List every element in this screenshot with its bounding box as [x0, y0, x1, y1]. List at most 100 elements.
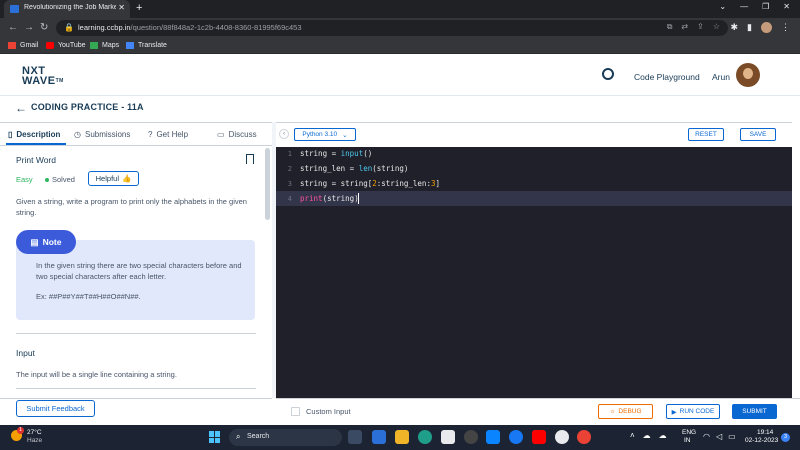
language-select[interactable]: Python 3.10 ⌄: [294, 128, 356, 141]
forward-icon[interactable]: →: [24, 22, 34, 33]
minimize-icon[interactable]: —: [740, 2, 748, 11]
save-button[interactable]: SAVE: [740, 128, 776, 141]
battery-icon: ▭: [728, 432, 736, 441]
code-line[interactable]: print(string): [300, 194, 359, 203]
temperature[interactable]: 27°C: [27, 429, 42, 436]
user-name[interactable]: Arun: [712, 72, 730, 82]
code-line[interactable]: string = input(): [300, 149, 372, 158]
browser-tab[interactable]: Revolutionizing the Job Market | N ✕: [4, 0, 130, 18]
vscode-icon[interactable]: [486, 430, 500, 444]
tab-submissions[interactable]: ◷ Submissions: [74, 130, 130, 139]
close-window-icon[interactable]: ✕: [783, 2, 790, 11]
code-playground-link[interactable]: Code Playground: [634, 72, 700, 82]
helpful-button[interactable]: Helpful 👍: [88, 171, 139, 186]
code-line[interactable]: string = string[2:string_len:3]: [300, 179, 440, 188]
submit-button[interactable]: SUBMIT: [732, 404, 777, 419]
chat-icon: ▭: [217, 130, 225, 139]
notification-badge[interactable]: 3: [781, 433, 790, 442]
bookmark-icon[interactable]: [246, 154, 254, 164]
windows-start-icon[interactable]: [209, 431, 221, 443]
section-divider: [16, 388, 256, 389]
onedrive-icon[interactable]: ☁: [659, 431, 667, 440]
back-arrow-icon[interactable]: ←: [15, 101, 27, 115]
file-explorer-icon[interactable]: [395, 430, 409, 444]
wifi-icon: ◠: [703, 432, 710, 441]
bug-icon: ☼: [609, 408, 616, 415]
section-divider: [16, 333, 256, 334]
custom-input-checkbox[interactable]: [291, 407, 300, 416]
text-caret: [358, 193, 359, 204]
cloud-icon[interactable]: ☁: [643, 431, 651, 440]
lock-icon: 🔒: [64, 23, 74, 32]
help-icon: ?: [148, 130, 153, 139]
share-icon[interactable]: ⇪: [697, 22, 704, 32]
youtube-icon: [46, 42, 54, 49]
code-line[interactable]: string_len = len(string): [300, 164, 408, 173]
question-description: Given a string, write a program to print…: [16, 197, 247, 217]
submit-feedback-button[interactable]: Submit Feedback: [16, 400, 95, 417]
line-number: 4: [287, 195, 292, 203]
tab-description[interactable]: ▯ Description: [8, 130, 60, 139]
dell-icon[interactable]: [464, 430, 478, 444]
back-icon[interactable]: ←: [8, 22, 18, 33]
chrome-icon[interactable]: [577, 430, 591, 444]
tabs-divider: [0, 145, 272, 146]
translate-page-icon[interactable]: ⇄: [681, 22, 688, 32]
edge-icon[interactable]: [418, 430, 432, 444]
gmail-icon: [8, 42, 16, 49]
extensions-icon[interactable]: ✱: [731, 22, 739, 33]
reset-button[interactable]: RESET: [688, 128, 724, 141]
close-tab-icon[interactable]: ✕: [118, 3, 125, 12]
input-description: The input will be a single line containi…: [16, 370, 177, 379]
youtube-app-icon[interactable]: [532, 430, 546, 444]
maximize-icon[interactable]: ❐: [762, 2, 769, 11]
teams-icon[interactable]: [372, 430, 386, 444]
profile-avatar[interactable]: [761, 22, 772, 33]
bookmark-gmail[interactable]: Gmail: [8, 42, 38, 49]
collapse-panel-icon[interactable]: ‹: [279, 129, 289, 139]
run-code-button[interactable]: ▶ RUN CODE: [666, 404, 720, 419]
bookmark-translate[interactable]: Translate: [126, 42, 167, 49]
tab-get-help[interactable]: ? Get Help: [148, 130, 188, 139]
nxtwave-logo[interactable]: NXT WAVETM: [22, 66, 64, 87]
code-playground-icon[interactable]: [602, 68, 614, 80]
url-field[interactable]: 🔒 learning.ccbp.in/question/88f848a2-1c2…: [56, 20, 728, 36]
line-number: 2: [287, 165, 292, 173]
note-icon: ▤: [30, 236, 39, 247]
new-tab-icon[interactable]: +: [136, 2, 142, 14]
open-app-icon[interactable]: ⧉: [667, 22, 673, 32]
window-controls: ⌄ — ❐ ✕: [719, 2, 800, 11]
menu-icon[interactable]: ⋮: [781, 22, 790, 33]
search-icon: ⌕: [236, 432, 241, 441]
maps-icon: [90, 42, 98, 49]
tab-discuss[interactable]: ▭ Discuss: [217, 130, 257, 139]
task-view-icon[interactable]: [348, 430, 362, 444]
bookmark-youtube[interactable]: YouTube: [46, 42, 86, 49]
editor-side-strip: [792, 122, 800, 398]
store-icon[interactable]: [441, 430, 455, 444]
input-heading: Input: [16, 348, 35, 358]
user-avatar[interactable]: [736, 63, 760, 87]
taskbar-search[interactable]: [229, 429, 342, 446]
tab-search-icon[interactable]: ⌄: [719, 2, 726, 11]
app-icon[interactable]: [555, 430, 569, 444]
note-label: ▤ Note: [16, 230, 76, 254]
facebook-icon[interactable]: [509, 430, 523, 444]
star-icon[interactable]: ☆: [713, 22, 720, 32]
chevron-up-icon[interactable]: ˄: [630, 431, 635, 440]
language-region: IN: [684, 437, 691, 444]
quick-settings[interactable]: ◠ ◁ ▭: [703, 432, 736, 441]
panel-scrollbar[interactable]: [265, 148, 270, 220]
extensions-area: ✱ ▮ ⋮: [731, 22, 790, 33]
language-indicator[interactable]: ENG: [682, 429, 696, 436]
custom-input-label[interactable]: Custom Input: [306, 407, 351, 416]
clock-time[interactable]: 19:14: [757, 429, 773, 436]
system-tray: ˄ ☁ ☁: [630, 431, 667, 440]
sidepanel-icon[interactable]: ▮: [747, 22, 752, 33]
weather-condition: Haze: [27, 437, 43, 444]
status-badge: Solved: [45, 175, 75, 184]
bookmark-maps[interactable]: Maps: [90, 42, 119, 49]
clock-icon: ◷: [74, 130, 81, 139]
reload-icon[interactable]: ↻: [40, 22, 48, 33]
debug-button[interactable]: ☼ DEBUG: [598, 404, 653, 419]
